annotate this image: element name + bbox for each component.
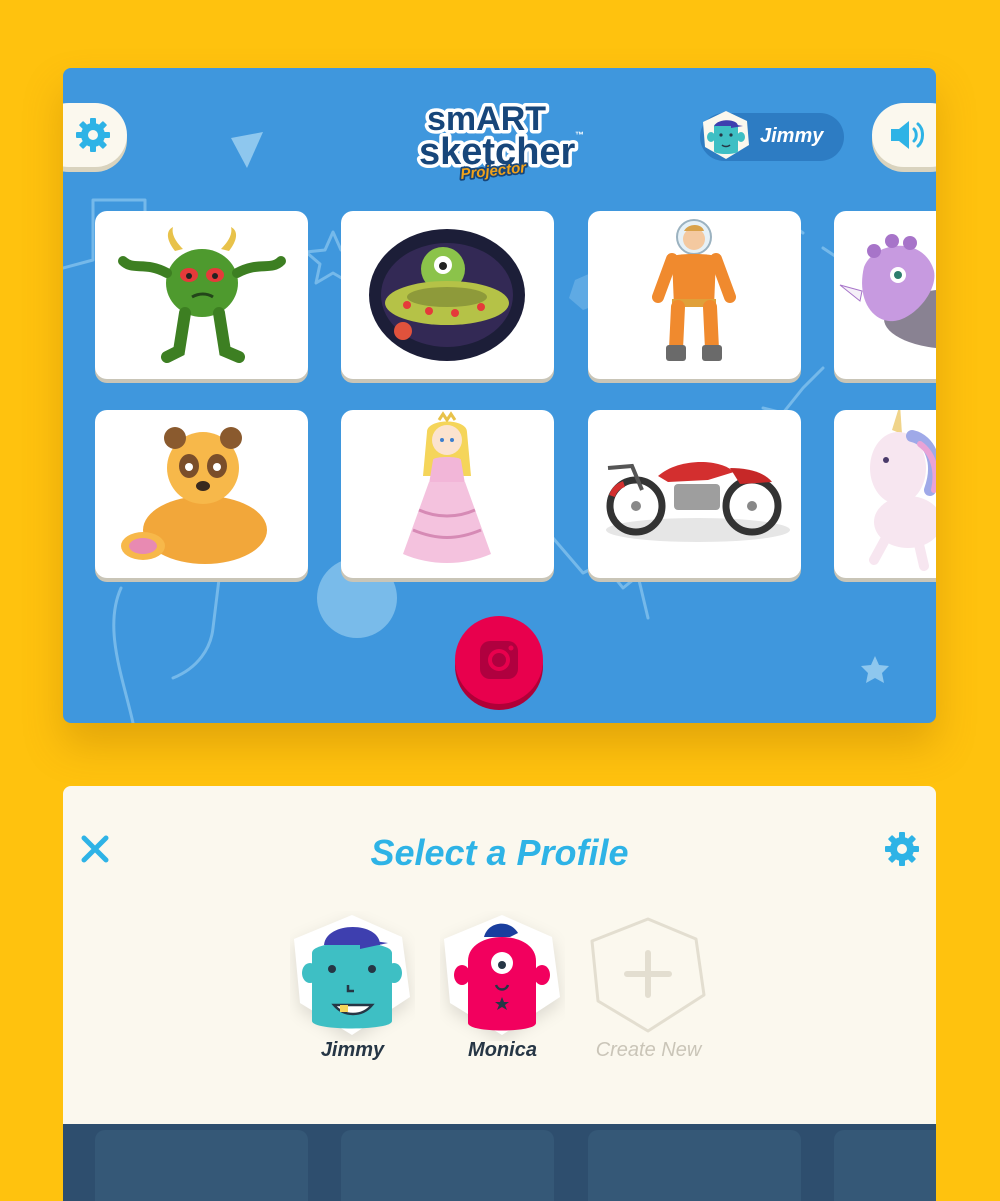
unicorn-drawing	[869, 410, 936, 571]
gear-icon	[76, 118, 110, 152]
jimmy-avatar-icon	[703, 111, 749, 159]
app-screen: smART sketcher Projector ™ Jimmy	[63, 68, 936, 723]
profile-jimmy[interactable]: Jimmy	[290, 911, 415, 1062]
dimmed-card	[588, 1130, 801, 1201]
monster-drawing	[118, 227, 286, 363]
jimmy-avatar-icon	[294, 915, 410, 1035]
profile-name-jimmy: Jimmy	[320, 1039, 385, 1061]
monica-avatar-icon	[444, 915, 560, 1035]
drawing-card-panda[interactable]	[95, 410, 308, 578]
profile-selection-panel: Select a Profile Jimmy Monica Create New	[63, 786, 936, 1124]
sound-toggle-button[interactable]	[872, 103, 936, 167]
drawing-card-astronaut[interactable]	[588, 211, 801, 379]
camera-icon	[480, 641, 518, 679]
speaker-icon	[891, 121, 924, 149]
plus-icon	[590, 917, 706, 1033]
profile-monica[interactable]: Monica	[440, 911, 565, 1062]
user-profile-chip[interactable]: Jimmy	[700, 111, 844, 161]
drawing-card-motorcycle[interactable]	[588, 410, 801, 578]
drawing-card-unicorn[interactable]	[834, 410, 936, 578]
drawing-card-triceratops[interactable]	[834, 211, 936, 379]
astronaut-drawing	[652, 219, 736, 361]
current-user-name: Jimmy	[760, 125, 824, 147]
dimmed-gallery	[63, 1124, 936, 1201]
triceratops-drawing	[839, 234, 936, 348]
motorcycle-drawing	[606, 461, 790, 542]
dimmed-card	[341, 1130, 554, 1201]
profile-name-monica: Monica	[468, 1039, 537, 1061]
create-new-label: Create New	[595, 1039, 702, 1061]
dimmed-card	[95, 1130, 308, 1201]
panda-drawing	[121, 427, 267, 564]
dimmed-card	[834, 1130, 936, 1201]
create-profile-button[interactable]: Create New	[586, 911, 711, 1062]
app-logo: smART sketcher Projector ™	[416, 97, 585, 185]
settings-button[interactable]	[63, 103, 127, 167]
panel-title: Select a Profile	[370, 832, 629, 873]
capture-button[interactable]	[455, 616, 543, 704]
drawing-card-princess[interactable]	[341, 410, 554, 578]
gear-icon[interactable]	[884, 831, 920, 867]
alien-saucer-drawing	[369, 229, 525, 361]
drawing-card-monster[interactable]	[95, 211, 308, 379]
drawing-card-alien-saucer[interactable]	[341, 211, 554, 379]
princess-drawing	[403, 411, 491, 563]
logo-trademark: ™	[575, 130, 584, 140]
